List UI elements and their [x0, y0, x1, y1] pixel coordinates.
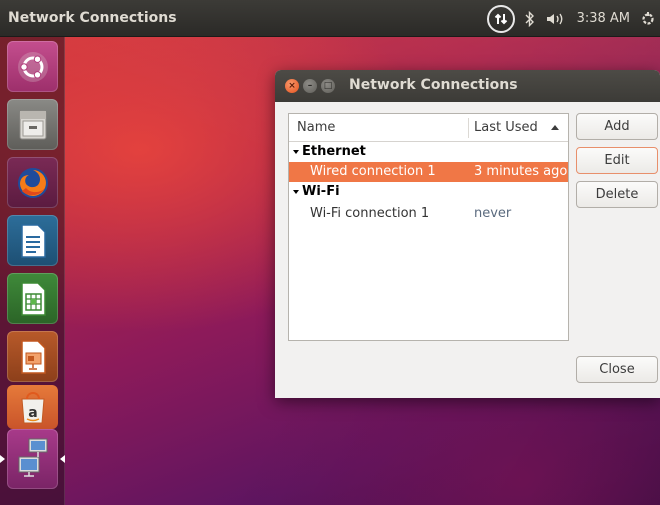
power-gear-icon[interactable]: [640, 11, 656, 27]
launcher-dash-button[interactable]: [7, 41, 58, 92]
connection-list[interactable]: Name Last Used Ethernet Wired connection…: [288, 113, 569, 341]
launcher-files-button[interactable]: [7, 99, 58, 150]
launcher-running-indicator: [0, 455, 5, 463]
launcher-calc-button[interactable]: [7, 273, 58, 324]
connection-name: Wired connection 1: [310, 164, 436, 179]
window-title: Network Connections: [349, 77, 518, 93]
launcher-network-connections-button[interactable]: [7, 429, 58, 489]
volume-icon[interactable]: [545, 11, 567, 27]
delete-button[interactable]: Delete: [576, 181, 658, 208]
group-label: Ethernet: [302, 144, 366, 159]
connection-row-wifi-1[interactable]: Wi-Fi connection 1 never: [289, 204, 568, 224]
file-cabinet-icon: [19, 110, 46, 139]
svg-text:a: a: [28, 405, 37, 421]
column-separator: [468, 118, 469, 138]
window-minimize-button[interactable]: –: [303, 79, 317, 93]
network-monitors-icon: [18, 438, 47, 477]
add-button[interactable]: Add: [576, 113, 658, 140]
ubuntu-logo-icon: [17, 51, 48, 82]
connection-name: Wi-Fi connection 1: [310, 206, 430, 221]
connection-row-wired-1[interactable]: Wired connection 1 3 minutes ago: [289, 162, 568, 182]
expander-down-icon[interactable]: [293, 149, 299, 154]
close-button[interactable]: Close: [576, 356, 658, 383]
top-panel: Network Connections 3:38 AM: [0, 0, 660, 37]
bluetooth-icon[interactable]: [525, 10, 535, 27]
top-panel-title: Network Connections: [8, 10, 177, 26]
software-center-bag-icon: a: [20, 392, 45, 424]
sort-ascending-icon: [551, 125, 559, 130]
expander-down-icon[interactable]: [293, 189, 299, 194]
launcher-focused-indicator: [60, 455, 65, 463]
connection-last-used: 3 minutes ago: [474, 164, 568, 179]
group-ethernet[interactable]: Ethernet: [293, 144, 366, 159]
edit-button[interactable]: Edit: [576, 147, 658, 174]
group-label: Wi-Fi: [302, 184, 340, 199]
launcher: a: [0, 37, 65, 505]
launcher-writer-button[interactable]: [7, 215, 58, 266]
connection-last-used: never: [474, 206, 512, 221]
calc-spreadsheet-icon: [20, 281, 46, 316]
launcher-software-button[interactable]: a: [7, 385, 58, 429]
network-connections-window: × – □ Network Connections Name Last Used…: [275, 70, 660, 398]
list-header: Name Last Used: [289, 114, 568, 142]
indicator-area: 3:38 AM: [486, 0, 660, 37]
window-close-button[interactable]: ×: [285, 79, 299, 93]
writer-document-icon: [20, 223, 46, 258]
column-header-last-used[interactable]: Last Used: [474, 120, 538, 135]
launcher-firefox-button[interactable]: [7, 157, 58, 208]
clock-label[interactable]: 3:38 AM: [577, 11, 630, 26]
group-wifi[interactable]: Wi-Fi: [293, 184, 340, 199]
launcher-impress-button[interactable]: [7, 331, 58, 382]
firefox-icon: [17, 167, 48, 198]
impress-presentation-icon: [20, 339, 46, 374]
network-icon[interactable]: [486, 4, 515, 33]
window-titlebar[interactable]: × – □ Network Connections: [275, 70, 660, 102]
column-header-name[interactable]: Name: [297, 120, 335, 135]
window-maximize-button[interactable]: □: [321, 79, 335, 93]
